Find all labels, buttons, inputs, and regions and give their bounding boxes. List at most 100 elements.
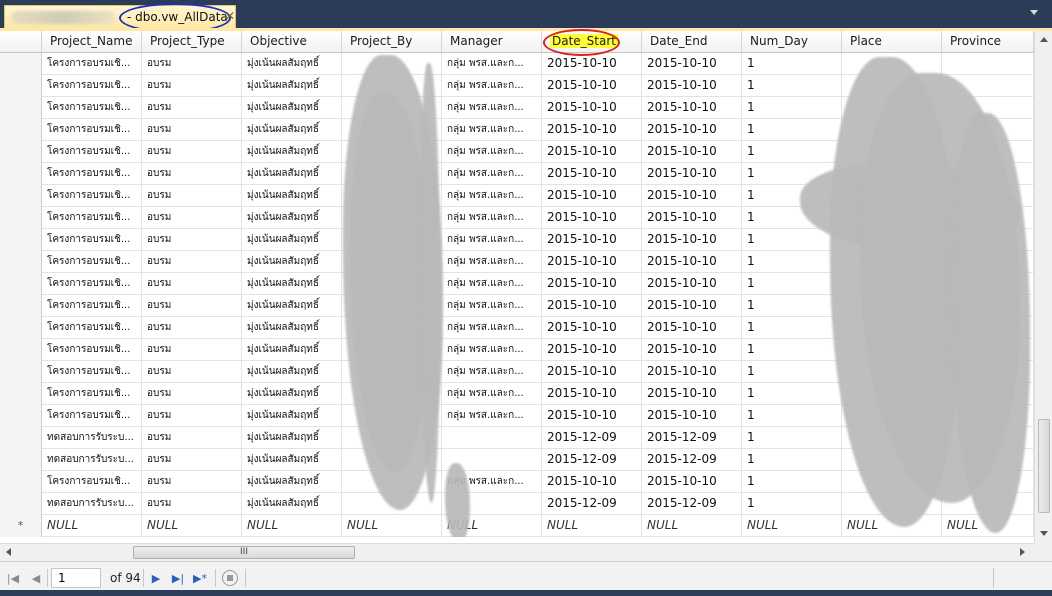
row-selector[interactable] bbox=[0, 119, 42, 141]
cell-project-name[interactable]: ทดสอบการรับระบ... bbox=[42, 427, 142, 449]
cell-date-start[interactable]: 2015-10-10 bbox=[542, 185, 642, 207]
cell-objective[interactable]: NULL bbox=[242, 515, 342, 537]
cell-manager[interactable]: กลุ่ม พรส.และก... bbox=[442, 75, 542, 97]
cell-date-end[interactable]: 2015-10-10 bbox=[642, 471, 742, 493]
cell-objective[interactable]: มุ่งเน้นผลสัมฤทธิ์ bbox=[242, 295, 342, 317]
cell-objective[interactable]: มุ่งเน้นผลสัมฤทธิ์ bbox=[242, 207, 342, 229]
cell-project-name[interactable]: โครงการอบรมเชิ... bbox=[42, 317, 142, 339]
cell-date-start[interactable]: 2015-10-10 bbox=[542, 207, 642, 229]
cell-num-day[interactable]: 1 bbox=[742, 53, 842, 75]
cell-date-start[interactable]: 2015-10-10 bbox=[542, 75, 642, 97]
cell-date-end[interactable]: NULL bbox=[642, 515, 742, 537]
cell-manager[interactable]: กลุ่ม พรส.และก... bbox=[442, 163, 542, 185]
header-row-selector[interactable] bbox=[0, 31, 42, 52]
cell-date-start[interactable]: 2015-10-10 bbox=[542, 295, 642, 317]
cell-objective[interactable]: มุ่งเน้นผลสัมฤทธิ์ bbox=[242, 97, 342, 119]
first-record-icon[interactable]: |◀ bbox=[5, 571, 21, 587]
cell-project-type[interactable]: อบรม bbox=[142, 317, 242, 339]
cell-date-start[interactable]: 2015-10-10 bbox=[542, 251, 642, 273]
cell-objective[interactable]: มุ่งเน้นผลสัมฤทธิ์ bbox=[242, 141, 342, 163]
cell-date-end[interactable]: 2015-10-10 bbox=[642, 251, 742, 273]
cell-project-name[interactable]: ทดสอบการรับระบ... bbox=[42, 449, 142, 471]
cell-date-end[interactable]: 2015-12-09 bbox=[642, 493, 742, 515]
cell-date-start[interactable]: 2015-10-10 bbox=[542, 97, 642, 119]
cell-objective[interactable]: มุ่งเน้นผลสัมฤทธิ์ bbox=[242, 405, 342, 427]
row-selector[interactable] bbox=[0, 471, 42, 493]
column-header-project-name[interactable]: Project_Name bbox=[42, 31, 142, 52]
cell-date-start[interactable]: 2015-10-10 bbox=[542, 53, 642, 75]
cell-num-day[interactable]: 1 bbox=[742, 471, 842, 493]
cell-date-end[interactable]: 2015-10-10 bbox=[642, 405, 742, 427]
cell-objective[interactable]: มุ่งเน้นผลสัมฤทธิ์ bbox=[242, 361, 342, 383]
cell-date-start[interactable]: NULL bbox=[542, 515, 642, 537]
cell-date-start[interactable]: 2015-10-10 bbox=[542, 317, 642, 339]
row-selector[interactable] bbox=[0, 295, 42, 317]
cell-num-day[interactable]: 1 bbox=[742, 405, 842, 427]
row-selector[interactable] bbox=[0, 383, 42, 405]
cell-project-type[interactable]: อบรม bbox=[142, 493, 242, 515]
new-record-icon[interactable]: ▶* bbox=[192, 571, 208, 587]
column-header-place[interactable]: Place bbox=[842, 31, 942, 52]
cell-project-type[interactable]: อบรม bbox=[142, 141, 242, 163]
cell-num-day[interactable]: 1 bbox=[742, 383, 842, 405]
cell-date-end[interactable]: 2015-10-10 bbox=[642, 207, 742, 229]
cell-project-name[interactable]: โครงการอบรมเชิ... bbox=[42, 383, 142, 405]
cell-manager[interactable]: กลุ่ม พรส.และก... bbox=[442, 405, 542, 427]
row-selector[interactable] bbox=[0, 361, 42, 383]
cell-date-end[interactable]: 2015-10-10 bbox=[642, 339, 742, 361]
cell-date-start[interactable]: 2015-10-10 bbox=[542, 273, 642, 295]
cell-project-name[interactable]: NULL bbox=[42, 515, 142, 537]
cell-project-name[interactable]: โครงการอบรมเชิ... bbox=[42, 163, 142, 185]
cell-date-start[interactable]: 2015-10-10 bbox=[542, 141, 642, 163]
cell-date-start[interactable]: 2015-12-09 bbox=[542, 427, 642, 449]
row-selector[interactable] bbox=[0, 273, 42, 295]
cell-date-end[interactable]: 2015-10-10 bbox=[642, 163, 742, 185]
cell-objective[interactable]: มุ่งเน้นผลสัมฤทธิ์ bbox=[242, 119, 342, 141]
cell-project-type[interactable]: อบรม bbox=[142, 471, 242, 493]
row-selector[interactable] bbox=[0, 449, 42, 471]
column-header-project-by[interactable]: Project_By bbox=[342, 31, 442, 52]
cell-manager[interactable]: กลุ่ม พรส.และก... bbox=[442, 295, 542, 317]
cell-date-start[interactable]: 2015-10-10 bbox=[542, 383, 642, 405]
cell-date-start[interactable]: 2015-10-10 bbox=[542, 229, 642, 251]
cell-project-name[interactable]: โครงการอบรมเชิ... bbox=[42, 273, 142, 295]
cell-manager[interactable]: กลุ่ม พรส.และก... bbox=[442, 207, 542, 229]
cell-project-type[interactable]: อบรม bbox=[142, 53, 242, 75]
new-row-marker[interactable]: * bbox=[0, 515, 42, 537]
row-selector[interactable] bbox=[0, 53, 42, 75]
cell-manager[interactable]: กลุ่ม พรส.และก... bbox=[442, 229, 542, 251]
cell-project-name[interactable]: โครงการอบรมเชิ... bbox=[42, 471, 142, 493]
cell-objective[interactable]: มุ่งเน้นผลสัมฤทธิ์ bbox=[242, 273, 342, 295]
horizontal-scrollbar[interactable]: III bbox=[0, 543, 1034, 561]
cell-project-name[interactable]: โครงการอบรมเชิ... bbox=[42, 295, 142, 317]
cell-num-day[interactable]: 1 bbox=[742, 317, 842, 339]
cell-project-name[interactable]: โครงการอบรมเชิ... bbox=[42, 53, 142, 75]
cell-manager[interactable]: กลุ่ม พรส.และก... bbox=[442, 273, 542, 295]
row-selector[interactable] bbox=[0, 163, 42, 185]
cell-date-end[interactable]: 2015-10-10 bbox=[642, 141, 742, 163]
close-tab-icon[interactable]: ✕ bbox=[225, 9, 235, 23]
cell-project-name[interactable]: โครงการอบรมเชิ... bbox=[42, 75, 142, 97]
row-selector[interactable] bbox=[0, 427, 42, 449]
cell-num-day[interactable]: 1 bbox=[742, 493, 842, 515]
scroll-up-icon[interactable] bbox=[1040, 37, 1048, 42]
cell-num-day[interactable]: 1 bbox=[742, 339, 842, 361]
row-selector[interactable] bbox=[0, 229, 42, 251]
document-tab[interactable]: - dbo.vw_AllData ✕ bbox=[4, 3, 236, 33]
cell-date-end[interactable]: 2015-10-10 bbox=[642, 97, 742, 119]
cell-objective[interactable]: มุ่งเน้นผลสัมฤทธิ์ bbox=[242, 53, 342, 75]
cell-objective[interactable]: มุ่งเน้นผลสัมฤทธิ์ bbox=[242, 493, 342, 515]
cell-num-day[interactable]: 1 bbox=[742, 361, 842, 383]
last-record-icon[interactable]: ▶| bbox=[170, 571, 186, 587]
next-record-icon[interactable]: ▶ bbox=[148, 571, 164, 587]
cell-project-type[interactable]: อบรม bbox=[142, 185, 242, 207]
cell-objective[interactable]: มุ่งเน้นผลสัมฤทธิ์ bbox=[242, 383, 342, 405]
cell-project-type[interactable]: อบรม bbox=[142, 75, 242, 97]
cell-date-end[interactable]: 2015-10-10 bbox=[642, 229, 742, 251]
cell-manager[interactable]: กลุ่ม พรส.และก... bbox=[442, 251, 542, 273]
cell-num-day[interactable]: 1 bbox=[742, 75, 842, 97]
cell-date-start[interactable]: 2015-10-10 bbox=[542, 361, 642, 383]
cell-objective[interactable]: มุ่งเน้นผลสัมฤทธิ์ bbox=[242, 75, 342, 97]
row-selector[interactable] bbox=[0, 97, 42, 119]
cell-project-type[interactable]: อบรม bbox=[142, 383, 242, 405]
